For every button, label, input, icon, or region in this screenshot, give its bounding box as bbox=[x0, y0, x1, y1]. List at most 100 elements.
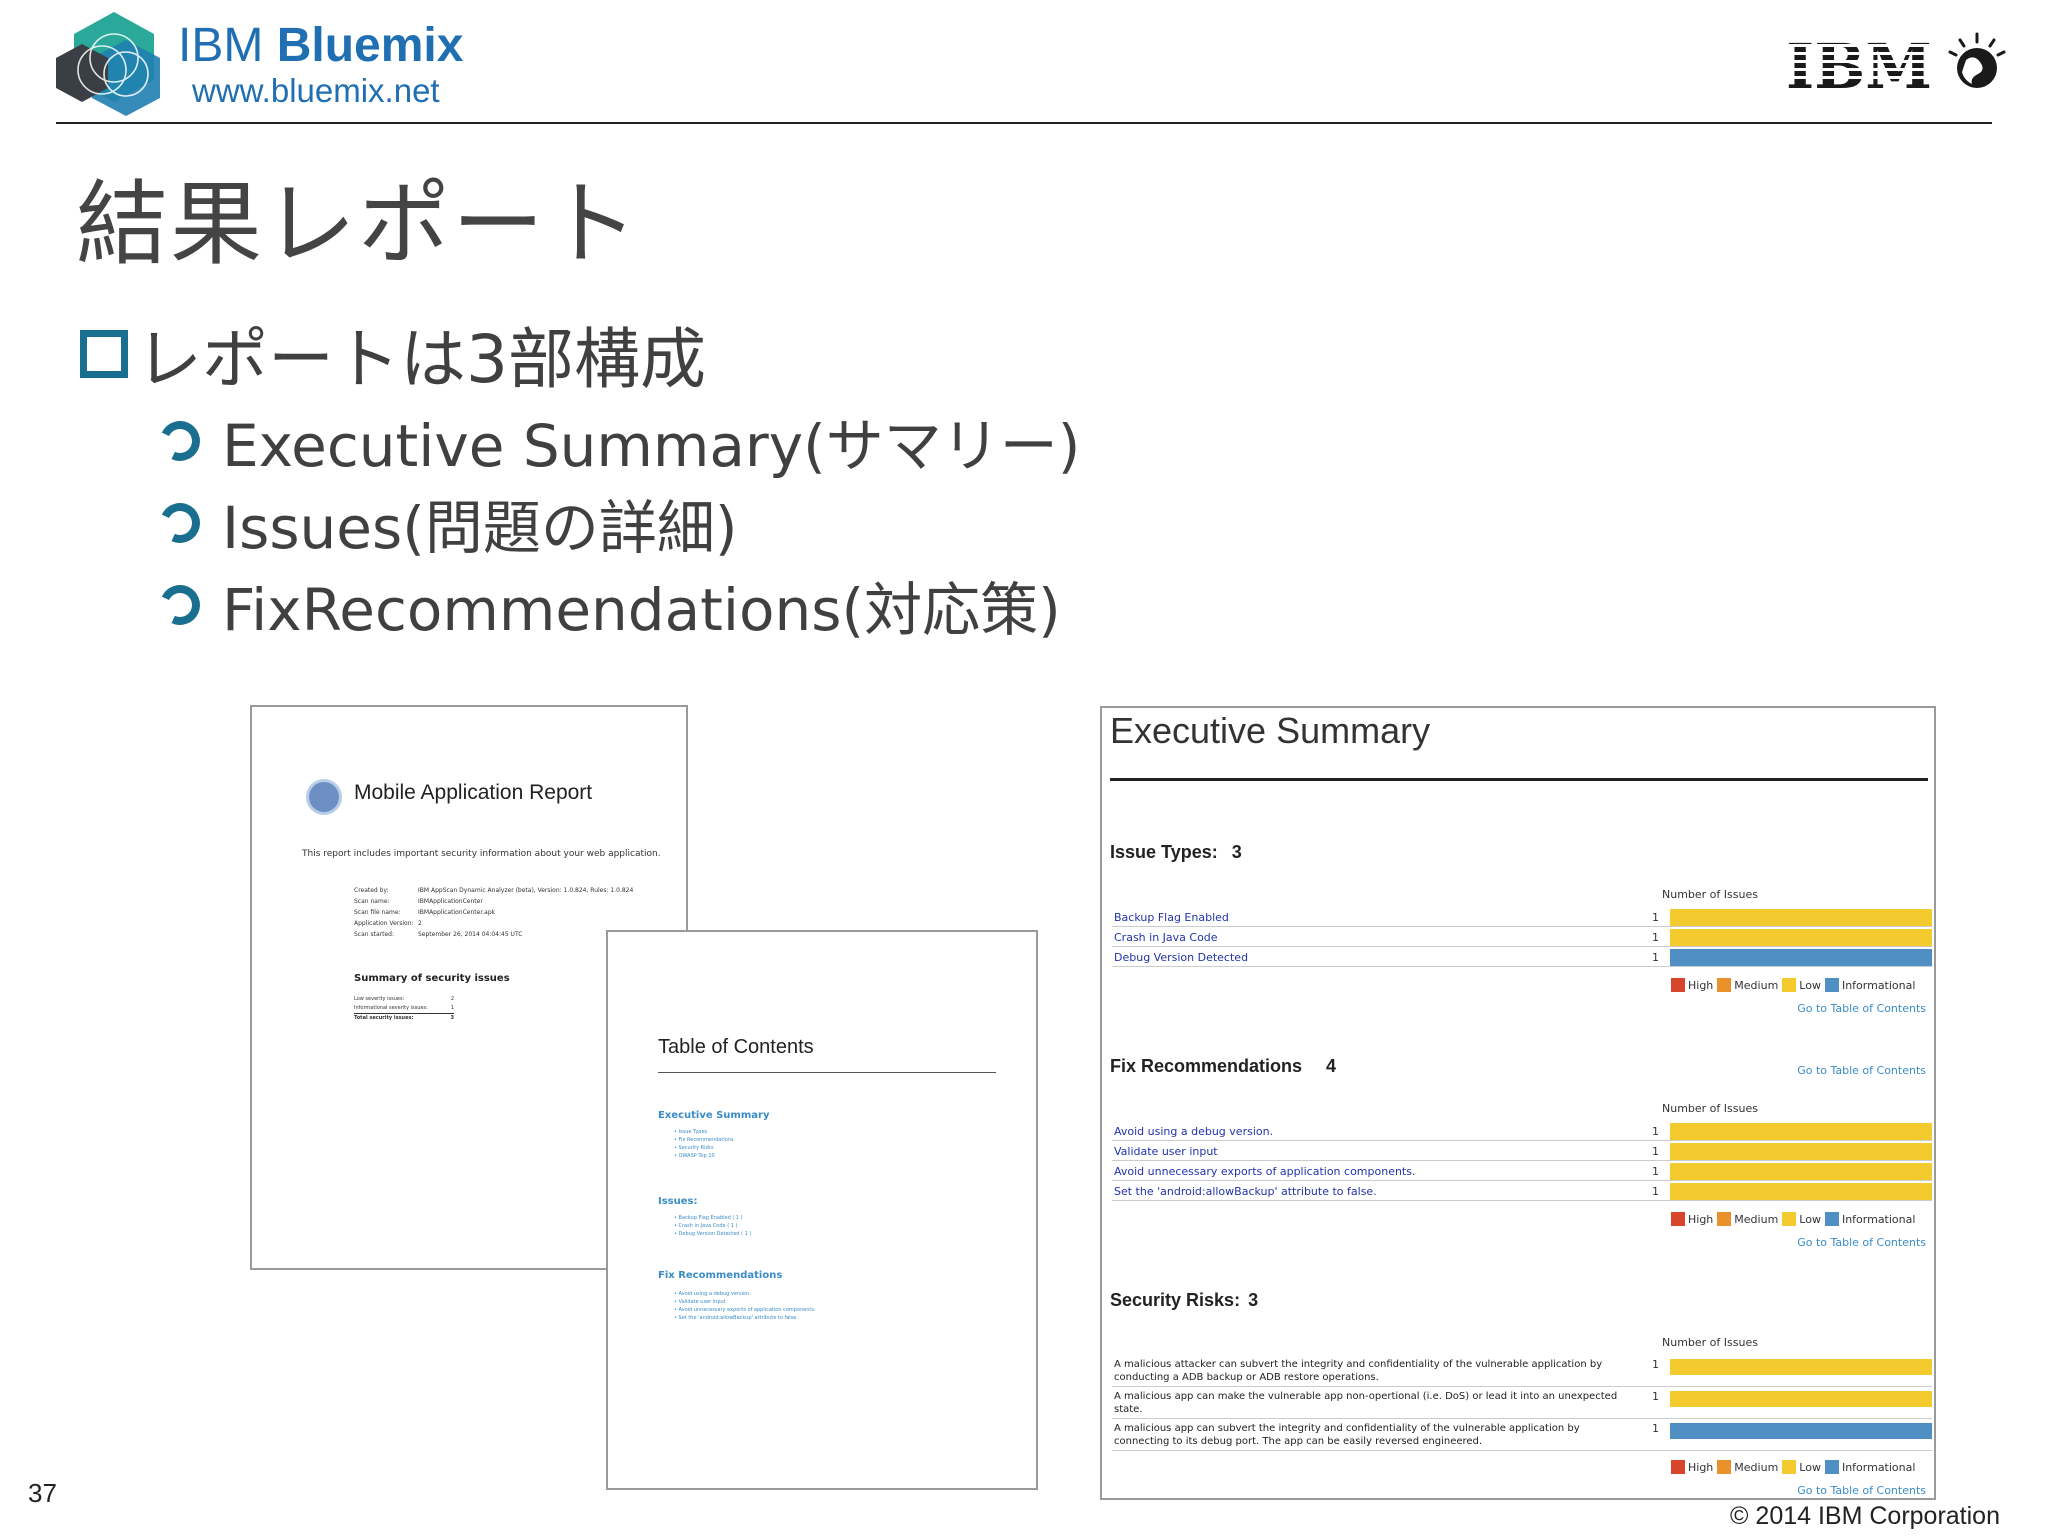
slide-title: 結果レポート bbox=[76, 171, 641, 278]
risk-text: A malicious attacker can subvert the int… bbox=[1114, 1359, 1603, 1383]
issue-bar bbox=[1670, 949, 1932, 966]
sub-bullet-item: Executive Summary(サマリー) bbox=[154, 400, 1081, 482]
sub-bullet-text: Executive Summary(サマリー) bbox=[222, 412, 1081, 480]
toc-link[interactable]: Avoid using a debug version. bbox=[674, 1290, 816, 1298]
number-of-issues-label: Number of Issues bbox=[1662, 1102, 1758, 1115]
table-row: Debug Version Detected 1 bbox=[1112, 948, 1932, 967]
toc-page: Table of Contents Executive Summary Issu… bbox=[606, 930, 1038, 1490]
meta-row: Scan started: September 26, 2014 04:04:45… bbox=[354, 931, 523, 938]
fix-recommendations-count: 4 bbox=[1326, 1056, 1337, 1076]
toc-section-heading[interactable]: Executive Summary bbox=[658, 1110, 769, 1121]
summary-heading: Summary of security issues bbox=[354, 973, 510, 984]
risk-bar bbox=[1670, 1423, 1932, 1439]
toc-link[interactable]: Issue Types bbox=[674, 1128, 734, 1136]
report-badge-icon bbox=[306, 779, 342, 815]
fix-link[interactable]: Validate user input bbox=[1114, 1145, 1218, 1158]
summary-row: Low severity issues: 2 bbox=[354, 996, 454, 1002]
fix-link[interactable]: Avoid using a debug version. bbox=[1114, 1125, 1273, 1138]
summary-row: Informational severity issues: 1 bbox=[354, 1005, 454, 1011]
toc-link[interactable]: Validate user input bbox=[674, 1298, 816, 1306]
legend-swatch bbox=[1717, 1460, 1732, 1474]
meta-row: Scan name: IBMApplicationCenter bbox=[354, 898, 483, 905]
toc-link[interactable]: Avoid unnecessary exports of application… bbox=[674, 1306, 816, 1314]
toc-section-heading[interactable]: Fix Recommendations bbox=[658, 1270, 782, 1281]
table-row: Avoid using a debug version. 1 bbox=[1112, 1122, 1932, 1141]
number-of-issues-label: Number of Issues bbox=[1662, 888, 1758, 901]
legend-swatch bbox=[1824, 1460, 1839, 1474]
toc-title: Table of Contents bbox=[658, 1036, 814, 1058]
ring-bullet-icon bbox=[154, 497, 206, 549]
table-row: Backup Flag Enabled 1 bbox=[1112, 908, 1932, 927]
executive-summary-page: Executive Summary Issue Types: 3 Number o… bbox=[1100, 706, 1936, 1500]
toc-link[interactable]: Set the 'android:allowBackup' attribute … bbox=[674, 1314, 816, 1322]
main-bullet: レポートは3部構成 bbox=[80, 306, 706, 402]
fix-bar bbox=[1670, 1123, 1932, 1140]
issue-link[interactable]: Debug Version Detected bbox=[1114, 951, 1248, 964]
toc-section-heading[interactable]: Issues: bbox=[658, 1196, 697, 1207]
table-row: A malicious attacker can subvert the int… bbox=[1112, 1356, 1932, 1387]
summary-row: Total security issues: 3 bbox=[354, 1013, 454, 1021]
security-risks-heading: Security Risks: 3 bbox=[1110, 1290, 1259, 1310]
legend-swatch bbox=[1782, 1460, 1797, 1474]
fix-bar bbox=[1670, 1143, 1932, 1160]
brand-title: IBM Bluemix bbox=[178, 19, 464, 72]
issue-bar bbox=[1670, 929, 1932, 946]
issue-link[interactable]: Backup Flag Enabled bbox=[1114, 911, 1229, 924]
go-to-toc-link[interactable]: Go to Table of Contents bbox=[1797, 1236, 1926, 1249]
toc-link[interactable]: Debug Version Detected ( 1 ) bbox=[674, 1230, 752, 1238]
issue-types-count: 3 bbox=[1231, 842, 1242, 862]
report-cover-intro: This report includes important security … bbox=[302, 849, 661, 859]
sub-bullet-item: FixRecommendations(対応策) bbox=[154, 564, 1080, 646]
issue-link[interactable]: Crash in Java Code bbox=[1114, 931, 1218, 944]
issue-bar bbox=[1670, 909, 1932, 926]
toc-link[interactable]: Security Risks bbox=[674, 1144, 734, 1152]
risk-bar bbox=[1670, 1391, 1932, 1407]
table-row: Validate user input 1 bbox=[1112, 1142, 1932, 1161]
risk-text: A malicious app can subvert the integrit… bbox=[1114, 1423, 1580, 1447]
page-number: 37 bbox=[28, 1478, 57, 1508]
risk-bar bbox=[1670, 1359, 1932, 1375]
toc-section-items: Backup Flag Enabled ( 1 ) Crash in Java … bbox=[674, 1214, 752, 1238]
sub-bullet-item: Issues(問題の詳細) bbox=[154, 482, 1080, 564]
toc-link[interactable]: Backup Flag Enabled ( 1 ) bbox=[674, 1214, 751, 1222]
report-cover-title: Mobile Application Report bbox=[354, 781, 593, 804]
fix-link[interactable]: Avoid unnecessary exports of application… bbox=[1114, 1165, 1415, 1178]
issue-types-heading: Issue Types: 3 bbox=[1110, 842, 1242, 862]
brand-url: www.bluemix.net bbox=[192, 72, 440, 109]
table-row: A malicious app can subvert the integrit… bbox=[1112, 1420, 1932, 1451]
toc-link[interactable]: Fix Recommendations bbox=[674, 1136, 734, 1144]
fix-bar bbox=[1670, 1163, 1932, 1180]
square-bullet-icon bbox=[80, 330, 128, 378]
copyright: © 2014 IBM Corporation bbox=[1730, 1502, 2000, 1530]
smarter-planet-icon bbox=[1948, 32, 2006, 88]
ibm-logo-text: IBM bbox=[1786, 34, 1932, 94]
bluemix-logo-icon bbox=[56, 12, 160, 116]
legend-swatch bbox=[1717, 978, 1732, 992]
report-meta-table: Created by: IBM AppScan Dynamic Analyzer … bbox=[354, 885, 633, 940]
go-to-toc-link[interactable]: Go to Table of Contents bbox=[1797, 1002, 1926, 1015]
executive-summary-title: Executive Summary bbox=[1110, 710, 1431, 751]
severity-legend: High Medium Low Informational bbox=[1667, 1212, 1915, 1226]
header-rule bbox=[56, 122, 1992, 124]
sub-bullet-text: FixRecommendations(対応策) bbox=[222, 576, 1061, 644]
meta-row: Created by: IBM AppScan Dynamic Analyzer … bbox=[354, 887, 634, 894]
sub-bullet-list: Executive Summary(サマリー) Issues(問題の詳細) Fi… bbox=[154, 400, 1081, 646]
main-bullet-text: レポートは3部構成 bbox=[136, 321, 706, 398]
ibm-logo-icon: IBM bbox=[1786, 34, 1936, 94]
fix-link[interactable]: Set the 'android:allowBackup' attribute … bbox=[1114, 1185, 1377, 1198]
toc-link[interactable]: Crash in Java Code ( 1 ) bbox=[674, 1222, 751, 1230]
security-risks-count: 3 bbox=[1248, 1290, 1259, 1310]
go-to-toc-link[interactable]: Go to Table of Contents bbox=[1797, 1484, 1926, 1497]
fix-bar bbox=[1670, 1183, 1932, 1200]
severity-legend: High Medium Low Informational bbox=[1667, 1460, 1915, 1474]
go-to-toc-link[interactable]: Go to Table of Contents bbox=[1797, 1064, 1926, 1077]
number-of-issues-label: Number of Issues bbox=[1662, 1336, 1758, 1349]
toc-link[interactable]: OWASP Top 10 bbox=[674, 1152, 734, 1160]
executive-summary-rule bbox=[1110, 778, 1928, 781]
ring-bullet-icon bbox=[154, 579, 206, 631]
legend-swatch bbox=[1824, 978, 1839, 992]
meta-row: Scan file name: IBMApplicationCenter.apk bbox=[354, 909, 496, 916]
toc-rule bbox=[658, 1072, 996, 1073]
sub-bullet-text: Issues(問題の詳細) bbox=[222, 494, 738, 562]
legend-swatch bbox=[1671, 978, 1685, 992]
